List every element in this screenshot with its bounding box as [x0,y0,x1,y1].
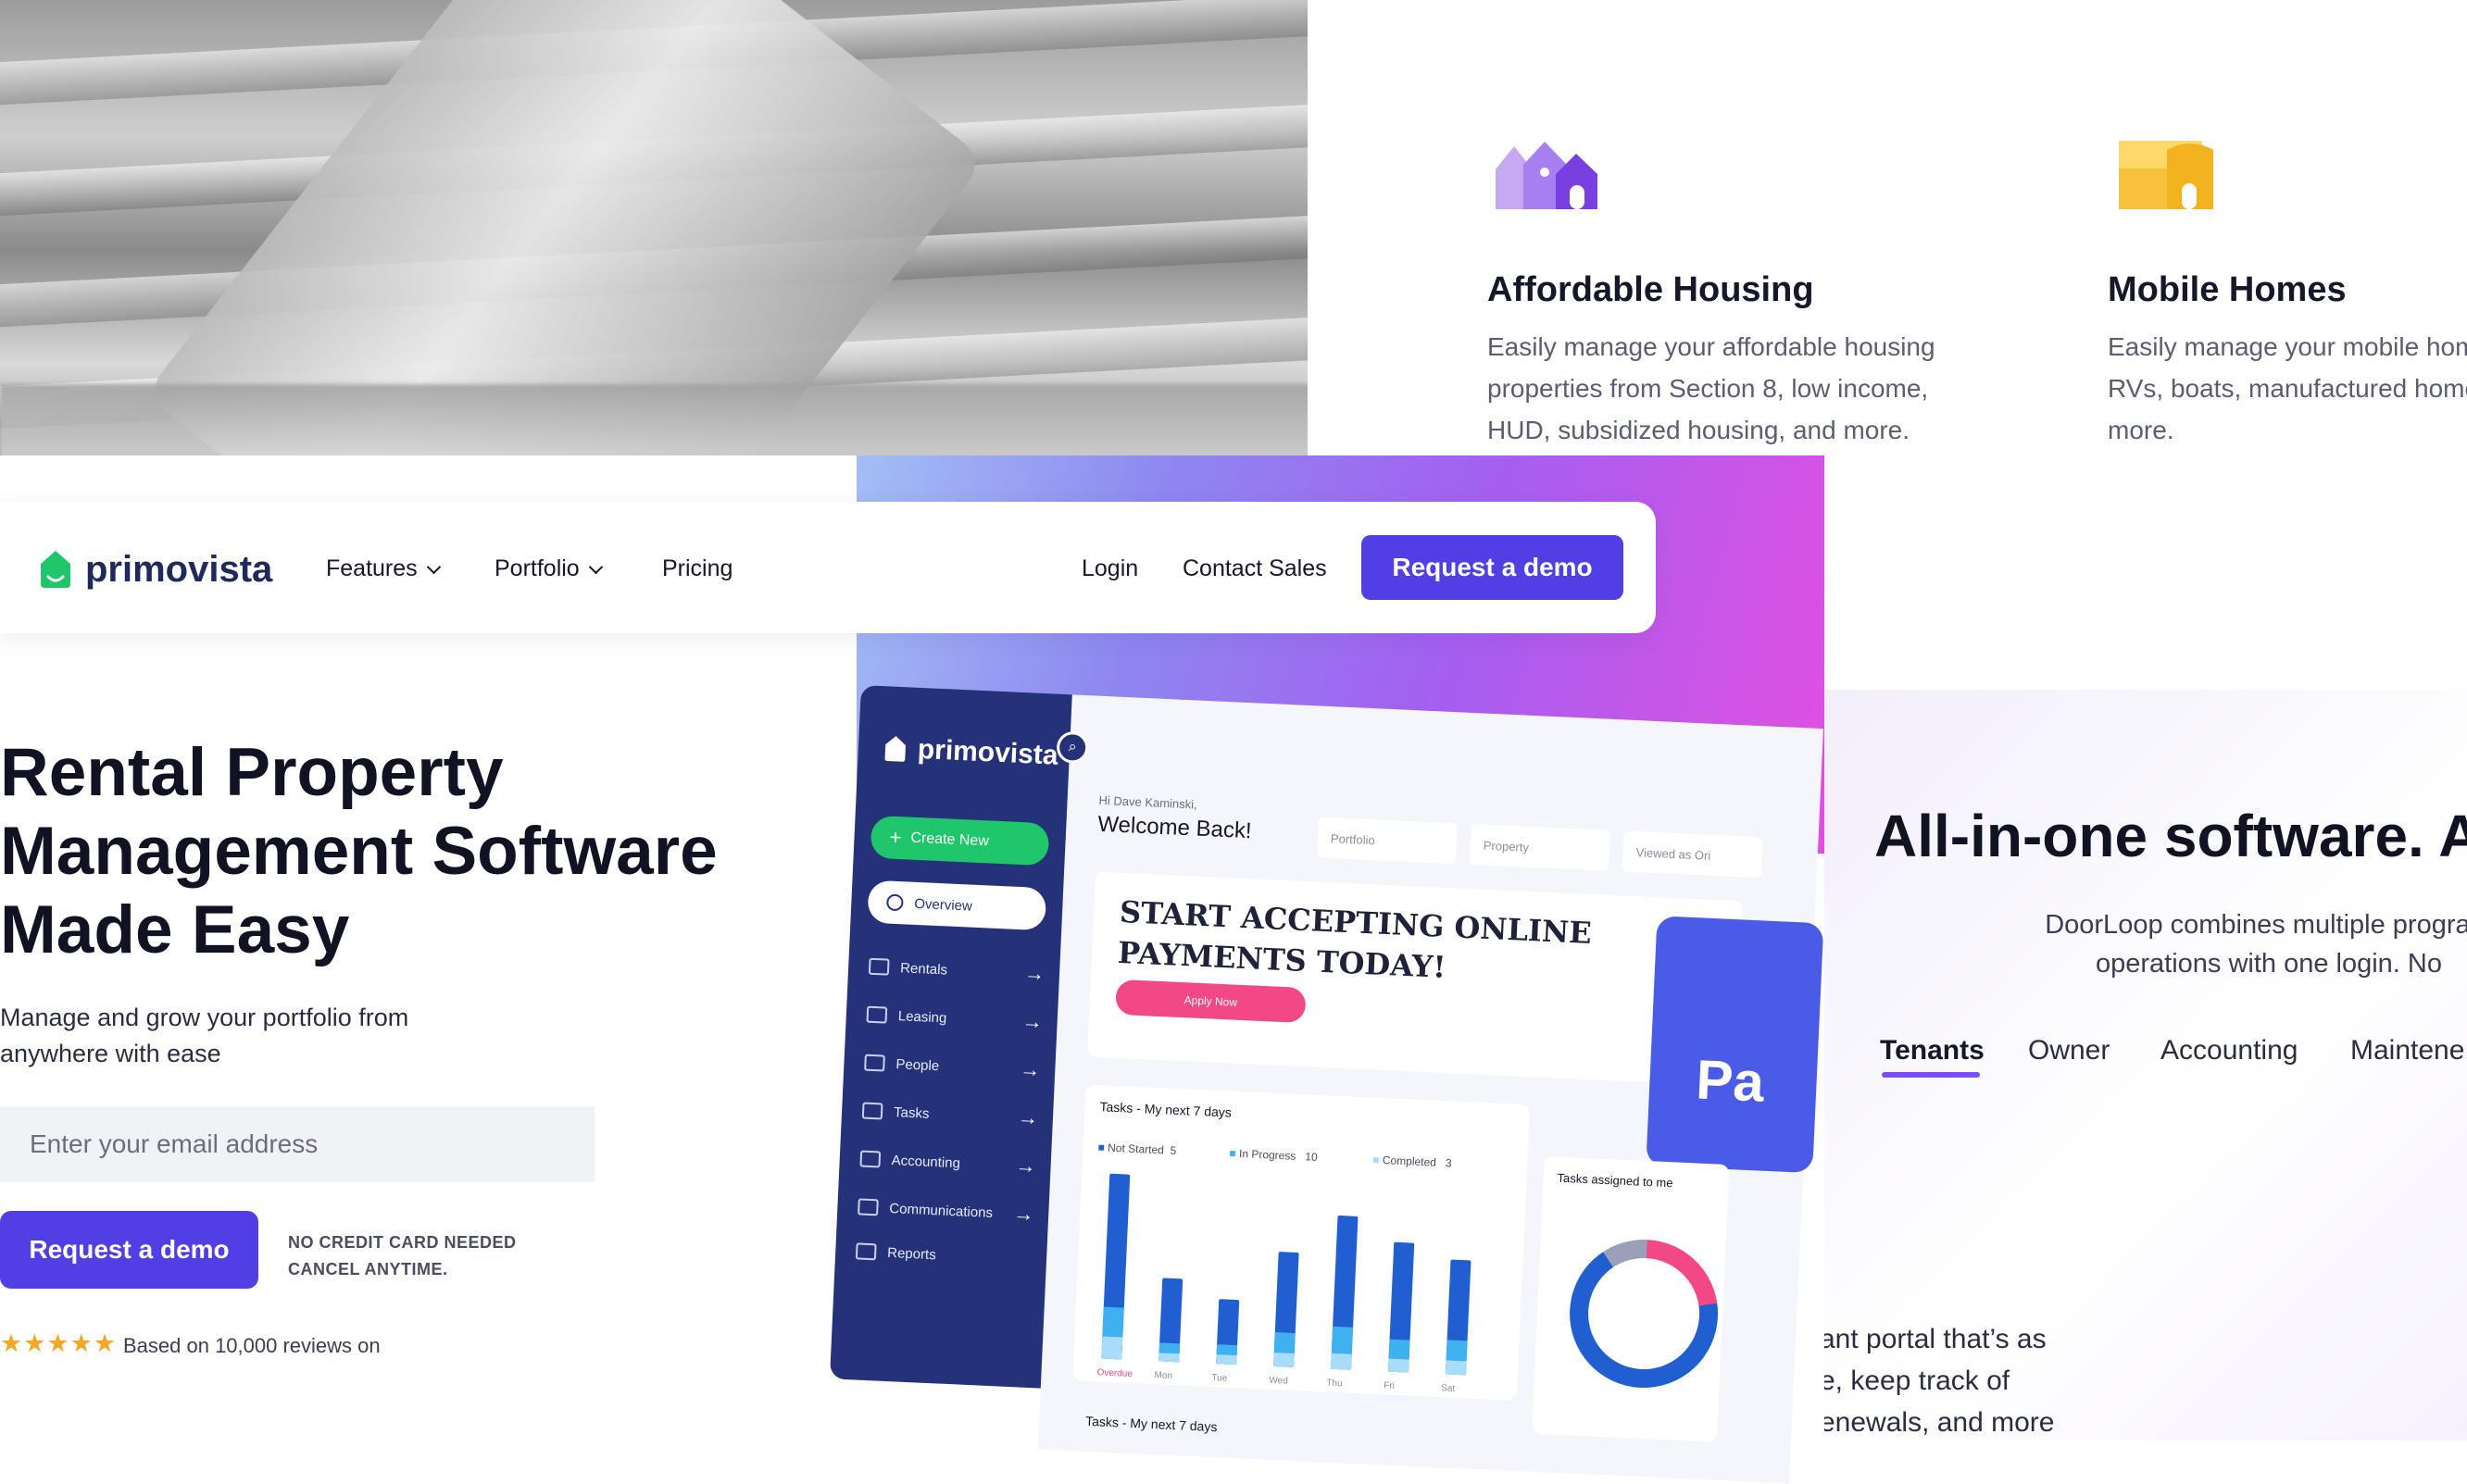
create-new-button[interactable]: + Create New [870,815,1050,867]
sidebar-item-label: Accounting [891,1152,961,1171]
arrow-right-icon: → [1019,1057,1041,1082]
hero-request-demo-button[interactable]: Request a demo [0,1211,258,1289]
tab-maintenance[interactable]: Maintene [2350,1035,2464,1066]
accounting-icon [859,1150,882,1168]
chevron-down-icon [426,559,441,575]
sidebar-item-label: Tasks [893,1104,930,1122]
nav-login[interactable]: Login [1082,555,1138,582]
chart-bar [1158,1278,1183,1363]
legend-count: 3 [1445,1156,1452,1170]
chart-day-label: Tue [1211,1372,1228,1384]
chart-bar-completed [1158,1353,1180,1363]
legend-swatch: ■ [1371,1153,1380,1166]
chart-day-label: Mon [1154,1370,1173,1382]
overview-icon [885,893,904,912]
chart-day-label: Thu [1326,1378,1343,1390]
legend-swatch: ■ [1229,1146,1237,1160]
arrow-right-icon: → [1015,1154,1037,1178]
email-input[interactable] [0,1106,595,1182]
chevron-down-icon [588,559,603,575]
chart-bar-completed [1273,1352,1295,1367]
dashboard-logo-text: primovista [917,733,1059,771]
chart-bar [1216,1299,1240,1366]
nav-portfolio-label: Portfolio [495,555,580,581]
feature-title: Affordable Housing [1487,270,1814,309]
reports-icon [855,1242,877,1261]
portal-description: ant portal that’s as e, keep track of en… [1820,1324,2055,1438]
arrow-right-icon: → [1017,1105,1039,1130]
chart-bar-completed [1216,1354,1237,1366]
tab-owner[interactable]: Owner [2028,1035,2110,1066]
legend-swatch: ■ [1097,1141,1106,1154]
chart-bar-completed [1331,1353,1352,1370]
chart-day-label: Sat [1440,1383,1456,1394]
logo-house-icon [884,736,907,762]
hero-subtitle: Manage and grow your portfolio from anyw… [0,1004,409,1067]
create-new-label: Create New [910,829,990,850]
legend-label: Not Started [1107,1141,1165,1157]
hero-title: Rental Property Management Software Made… [0,735,718,967]
communications-icon [858,1198,879,1216]
rating-stars: ★★★★★ [0,1329,118,1357]
nav-pricing[interactable]: Pricing [662,555,733,582]
viewed-as-select[interactable]: Viewed as Ori [1622,830,1763,879]
legend-label: In Progress [1238,1147,1296,1163]
arrow-right-icon: → [1021,1009,1044,1034]
chart-day-label: Overdue [1096,1367,1133,1380]
people-icon [864,1054,885,1072]
sidebar-item-label: Reports [886,1244,937,1263]
request-demo-button[interactable]: Request a demo [1361,535,1623,600]
section-title: All-in-one software. A [1874,803,2467,869]
overview-label: Overview [913,895,973,915]
leasing-icon [866,1005,888,1024]
chart-bar-completed [1101,1336,1123,1360]
logo[interactable]: primovista [37,546,272,592]
feature-title: Mobile Homes [2108,270,2347,309]
portfolio-select[interactable]: Portfolio [1317,817,1458,865]
section-description: DoorLoop combines multiple program opera… [2045,910,2467,979]
nav-features-label: Features [326,555,418,581]
arrow-right-icon: → [1023,961,1046,986]
nav-portfolio[interactable]: Portfolio [495,555,603,582]
chart-day-label: Wed [1269,1375,1288,1387]
reviews-text: Based on 10,000 reviews on [123,1334,381,1357]
legend-count: 5 [1170,1143,1177,1157]
tab-tenants[interactable]: Tenants [1880,1035,1985,1066]
rentals-icon [868,957,890,976]
property-select[interactable]: Property [1469,824,1610,871]
feature-description: Easily manage your mobile homes, RVs, bo… [2108,332,2467,444]
tab-accounting[interactable]: Accounting [2160,1035,2298,1066]
plus-icon: + [889,825,903,850]
chart-bar-completed [1445,1360,1467,1376]
phone-illustration: Pa [1646,916,1824,1174]
feature-description: Easily manage your affordable housing pr… [1487,332,1935,444]
sidebar-item-overview[interactable]: Overview [867,879,1047,931]
chart-day-label: Fri [1383,1380,1396,1391]
active-tab-indicator [1882,1072,1980,1078]
dashboard-mockup: primovista ⌕ + Create New Overview Rental… [827,685,1824,1484]
legend-label: Completed [1382,1154,1437,1169]
legend-count: 10 [1305,1150,1319,1164]
nav-features[interactable]: Features [326,555,441,582]
sidebar-item-label: People [895,1055,940,1074]
chart-bar-completed [1387,1358,1409,1373]
sidebar-item-label: Leasing [897,1007,947,1027]
sidebar-item-label: Communications [889,1200,994,1221]
sidebar-item-label: Rentals [899,959,948,979]
no-credit-card-note: NO CREDIT CARD NEEDED CANCEL ANYTIME. [288,1233,517,1278]
tasks-icon [861,1102,883,1120]
arrow-right-icon: → [1012,1202,1034,1227]
mobile-homes-icon [2119,141,2213,209]
logo-house-icon [41,551,70,588]
affordable-housing-icon [1496,142,1597,209]
nav-contact-sales[interactable]: Contact Sales [1183,555,1327,582]
dashboard-sidebar [829,685,1072,1389]
logo-text: primovista [85,548,273,590]
